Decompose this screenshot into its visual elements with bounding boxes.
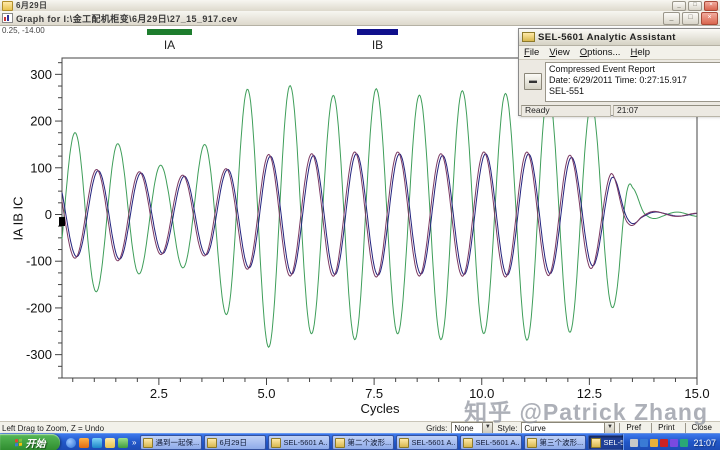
waveform-ib: [62, 152, 697, 277]
start-button[interactable]: 开始: [0, 434, 60, 450]
taskbar-button[interactable]: SEL-5601 A...: [268, 435, 330, 450]
task-app-icon: [143, 438, 153, 448]
close-icon[interactable]: ×: [704, 1, 718, 11]
minimize-icon[interactable]: _: [672, 1, 686, 11]
taskbar-button[interactable]: 遇到一起保...: [140, 435, 202, 450]
desktop-icon[interactable]: [118, 438, 128, 448]
zoom-hint-text: Left Drag to Zoom, Z = Undo: [2, 424, 104, 433]
taskbar-button[interactable]: SEL-5601 A...: [460, 435, 522, 450]
legend-item-ib: IB: [357, 29, 398, 52]
graph-window-title: Graph for I:\金工配机柜变\6月29日\27_15_917.cev: [16, 12, 238, 25]
taskbar-button[interactable]: 6月29日: [204, 435, 266, 450]
windows-logo-icon: [15, 438, 23, 447]
x-tick-label: 7.5: [365, 386, 383, 401]
menu-help[interactable]: Help: [630, 47, 650, 58]
y-tick-label: 300: [30, 67, 52, 82]
task-app-icon: [207, 438, 217, 448]
waveform-ia: [62, 86, 697, 348]
minimize-icon[interactable]: _: [663, 12, 680, 25]
y-tick-label: 100: [30, 160, 52, 175]
taskbar-button[interactable]: SEL-5601 A...: [396, 435, 458, 450]
quick-launch: »: [66, 438, 136, 448]
ie-icon[interactable]: [66, 438, 76, 448]
messenger-icon[interactable]: [92, 438, 102, 448]
folder-window-title: 6月29日: [16, 0, 47, 11]
maximize-icon[interactable]: □: [682, 12, 699, 25]
task-app-icon: [591, 438, 601, 448]
analytic-assistant-window[interactable]: SEL-5601 Analytic Assistant File View Opti…: [518, 28, 720, 116]
close-icon[interactable]: ×: [701, 12, 718, 25]
y-tick-label: -200: [26, 300, 52, 315]
task-button-strip: 遇到一起保...6月29日SEL-5601 A...第二个波形...SEL-56…: [140, 435, 623, 450]
tray-antivirus-icon[interactable]: [660, 439, 668, 447]
maximize-icon[interactable]: □: [688, 1, 702, 11]
waveform-ic: [62, 154, 697, 275]
grids-label: Grids:: [426, 424, 447, 433]
menu-options[interactable]: Options...: [580, 47, 621, 58]
event-report-panel[interactable]: Compressed Event Report Date: 6/29/2011 …: [545, 62, 720, 102]
tray-ime-icon[interactable]: [670, 439, 678, 447]
legend-swatch-ib: [357, 29, 398, 35]
desktop-screen: 6月29日 _ □ × Graph for I:\金工配机柜变\6月29日\27…: [0, 0, 720, 450]
status-time: 21:07: [613, 105, 720, 117]
taskbar: 开始 » 遇到一起保...6月29日SEL-5601 A...第二个波形...S…: [0, 433, 720, 450]
graph-app-icon: [2, 13, 13, 23]
task-app-icon: [399, 438, 409, 448]
assistant-client-area: ▬ Compressed Event Report Date: 6/29/201…: [519, 60, 720, 104]
task-app-icon: [271, 438, 281, 448]
cursor-marker: [59, 217, 65, 226]
x-tick-label: 5.0: [257, 386, 275, 401]
menu-file[interactable]: File: [524, 47, 539, 58]
taskbar-button[interactable]: 第二个波形...: [332, 435, 394, 450]
event-report-line: Date: 6/29/2011 Time: 0:27:15.917: [549, 75, 720, 86]
chevron-right-icon[interactable]: »: [132, 438, 136, 447]
taskbar-button[interactable]: SEL-5601 A: [588, 435, 623, 450]
event-report-line: SEL-551: [549, 86, 720, 97]
tray-update-icon[interactable]: [650, 439, 658, 447]
y-axis-label: IA IB IC: [11, 169, 26, 269]
taskbar-clock: 21:07: [693, 438, 716, 448]
legend-item-ia: IA: [147, 29, 192, 52]
task-app-icon: [335, 438, 345, 448]
status-ready: Ready: [521, 105, 611, 117]
assistant-title: SEL-5601 Analytic Assistant: [538, 32, 676, 43]
event-collapse-button[interactable]: ▬: [524, 73, 542, 90]
task-app-icon: [527, 438, 537, 448]
legend-label-ib: IB: [357, 38, 398, 52]
assistant-menubar: File View Options... Help: [519, 46, 720, 60]
media-player-icon[interactable]: [79, 438, 89, 448]
tray-network-icon[interactable]: [640, 439, 648, 447]
assistant-statusbar: Ready 21:07: [519, 104, 720, 118]
assistant-titlebar[interactable]: SEL-5601 Analytic Assistant: [519, 29, 720, 46]
tray-volume-icon[interactable]: [680, 439, 688, 447]
x-tick-label: 2.5: [150, 386, 168, 401]
zhihu-watermark: 知乎 @Patrick Zhang: [464, 393, 708, 427]
task-app-icon: [463, 438, 473, 448]
system-tray: 21:07: [623, 434, 720, 450]
y-tick-label: 0: [45, 207, 52, 222]
y-tick-label: 200: [30, 114, 52, 129]
menu-view[interactable]: View: [549, 47, 569, 58]
taskbar-button[interactable]: 第三个波形...: [524, 435, 586, 450]
event-report-line: Compressed Event Report: [549, 64, 720, 75]
legend-swatch-ia: [147, 29, 192, 35]
mail-icon[interactable]: [105, 438, 115, 448]
y-tick-label: -300: [26, 347, 52, 362]
legend-label-ia: IA: [147, 38, 192, 52]
x-axis-label: Cycles: [320, 401, 440, 416]
cursor-readout: 0.25, -14.00: [2, 26, 45, 35]
tray-printer-icon[interactable]: [630, 439, 638, 447]
folder-icon: [2, 1, 13, 11]
graph-window-titlebar[interactable]: Graph for I:\金工配机柜变\6月29日\27_15_917.cev …: [0, 11, 720, 26]
y-tick-label: -100: [26, 254, 52, 269]
sel-app-icon: [522, 32, 535, 42]
